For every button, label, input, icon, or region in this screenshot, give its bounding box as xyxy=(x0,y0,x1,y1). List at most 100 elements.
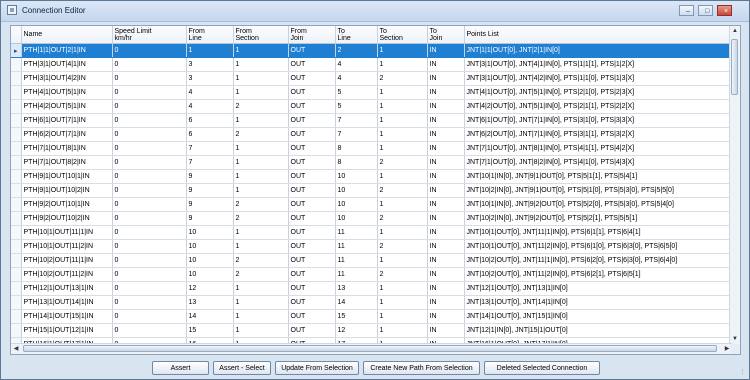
table-cell[interactable]: IN xyxy=(427,183,465,198)
table-cell[interactable]: 1 xyxy=(233,85,289,100)
row-header[interactable] xyxy=(11,141,22,156)
table-row[interactable]: PTH|6|1|OUT|7|1|IN 0 6 1 OUT 7 1 IN JNT|6|1|OUT[… xyxy=(11,113,732,128)
table-cell[interactable]: 0 xyxy=(112,57,187,72)
row-header[interactable] xyxy=(11,99,22,114)
table-cell[interactable]: 3 xyxy=(186,57,234,72)
assert-button[interactable]: Assert xyxy=(152,361,209,375)
table-cell[interactable]: IN xyxy=(427,155,465,170)
row-header[interactable] xyxy=(11,127,22,142)
table-cell[interactable]: 1 xyxy=(377,323,428,338)
table-cell[interactable]: 1 xyxy=(233,309,289,324)
assert-select-button[interactable]: Assert - Select xyxy=(213,361,271,375)
table-row[interactable]: PTH|9|2|OUT|10|2|IN 0 9 2 OUT 10 2 IN JNT|10|2|I… xyxy=(11,211,732,226)
table-cell[interactable]: 10 xyxy=(335,197,378,212)
row-header[interactable] xyxy=(11,295,22,310)
table-cell[interactable]: IN xyxy=(427,43,465,58)
table-cell[interactable]: PTH|3|1|OUT|4|1|IN xyxy=(21,57,113,72)
table-cell[interactable]: 0 xyxy=(112,113,187,128)
table-cell[interactable]: 0 xyxy=(112,155,187,170)
delete-selected-connection-button[interactable]: Deleted Selected Connection xyxy=(484,361,600,375)
table-cell[interactable]: 1 xyxy=(233,295,289,310)
connection-grid[interactable]: Name Speed Limit km/hr From Line From Secti… xyxy=(11,26,732,354)
table-row[interactable]: PTH|7|1|OUT|8|1|IN 0 7 1 OUT 8 1 IN JNT|7|1|OUT[… xyxy=(11,141,732,156)
table-cell[interactable]: 2 xyxy=(233,197,289,212)
table-cell[interactable]: OUT xyxy=(288,169,336,184)
table-cell[interactable]: PTH|9|2|OUT|10|1|IN xyxy=(21,197,113,212)
table-cell[interactable]: PTH|14|1|OUT|15|1|IN xyxy=(21,309,113,324)
table-row[interactable]: PTH|10|1|OUT|11|2|IN 0 10 1 OUT 11 2 IN JNT|10|1… xyxy=(11,239,732,254)
table-cell[interactable]: 9 xyxy=(186,169,234,184)
table-row[interactable]: PTH|4|2|OUT|5|1|IN 0 4 2 OUT 5 1 IN JNT|4|2|OUT[… xyxy=(11,99,732,114)
column-header[interactable]: From Section xyxy=(233,26,289,44)
table-cell[interactable]: JNT|10|2|OUT[0], JNT|11|1|IN[0], PTS|6|2… xyxy=(464,253,732,268)
table-cell[interactable]: 11 xyxy=(335,239,378,254)
table-cell[interactable]: PTH|4|2|OUT|5|1|IN xyxy=(21,99,113,114)
table-cell[interactable]: JNT|10|1|OUT[0], JNT|11|1|IN[0], PTS|6|1… xyxy=(464,225,732,240)
row-header[interactable] xyxy=(11,155,22,170)
table-cell[interactable]: PTH|10|2|OUT|11|1|IN xyxy=(21,253,113,268)
table-cell[interactable]: 2 xyxy=(233,99,289,114)
table-cell[interactable]: OUT xyxy=(288,57,336,72)
table-cell[interactable]: JNT|7|1|OUT[0], JNT|8|2|IN[0], PTS|4|1[0… xyxy=(464,155,732,170)
table-cell[interactable]: 1 xyxy=(186,43,234,58)
table-cell[interactable]: OUT xyxy=(288,267,336,282)
table-cell[interactable]: OUT xyxy=(288,239,336,254)
table-cell[interactable]: IN xyxy=(427,267,465,282)
table-cell[interactable]: JNT|13|1|OUT[0], JNT|14|1|IN[0] xyxy=(464,295,732,310)
table-cell[interactable]: 1 xyxy=(377,169,428,184)
table-cell[interactable]: JNT|10|1|IN[0], JNT|9|2|OUT[0], PTS|5|2[… xyxy=(464,197,732,212)
close-button[interactable]: × xyxy=(717,5,732,16)
table-cell[interactable]: 2 xyxy=(233,253,289,268)
table-cell[interactable]: IN xyxy=(427,85,465,100)
table-cell[interactable]: 14 xyxy=(335,295,378,310)
table-cell[interactable]: OUT xyxy=(288,197,336,212)
table-cell[interactable]: 1 xyxy=(233,57,289,72)
table-cell[interactable]: 2 xyxy=(377,211,428,226)
table-cell[interactable]: 2 xyxy=(377,239,428,254)
table-cell[interactable]: JNT|1|1|OUT[0], JNT|2|1|IN[0] xyxy=(464,43,732,58)
table-cell[interactable]: JNT|10|2|OUT[0], JNT|11|2|IN[0], PTS|6|2… xyxy=(464,267,732,282)
column-header[interactable]: From Join xyxy=(288,26,336,44)
table-cell[interactable]: 11 xyxy=(335,225,378,240)
row-header[interactable] xyxy=(11,253,22,268)
table-cell[interactable]: 9 xyxy=(186,183,234,198)
table-cell[interactable]: JNT|10|1|IN[0], JNT|9|1|OUT[0], PTS|5|1[… xyxy=(464,169,732,184)
table-cell[interactable]: JNT|10|2|IN[0], JNT|9|2|OUT[0], PTS|5|2[… xyxy=(464,211,732,226)
table-row[interactable]: PTH|3|1|OUT|4|1|IN 0 3 1 OUT 4 1 IN JNT|3|1|OUT[… xyxy=(11,57,732,72)
minimize-button[interactable]: – xyxy=(679,5,694,16)
table-row[interactable]: PTH|9|2|OUT|10|1|IN 0 9 2 OUT 10 1 IN JNT|10|1|I… xyxy=(11,197,732,212)
table-cell[interactable]: 1 xyxy=(377,253,428,268)
table-cell[interactable]: 0 xyxy=(112,253,187,268)
table-row[interactable]: PTH|6|2|OUT|7|1|IN 0 6 2 OUT 7 1 IN JNT|6|2|OUT[… xyxy=(11,127,732,142)
table-cell[interactable]: 0 xyxy=(112,99,187,114)
table-cell[interactable]: IN xyxy=(427,197,465,212)
table-cell[interactable]: PTH|3|1|OUT|4|2|IN xyxy=(21,71,113,86)
table-cell[interactable]: JNT|6|1|OUT[0], JNT|7|1|IN[0], PTS|3|1[0… xyxy=(464,113,732,128)
table-cell[interactable]: 10 xyxy=(335,211,378,226)
table-cell[interactable]: 0 xyxy=(112,183,187,198)
table-cell[interactable]: 1 xyxy=(233,43,289,58)
table-cell[interactable]: IN xyxy=(427,225,465,240)
table-cell[interactable]: IN xyxy=(427,323,465,338)
update-from-selection-button[interactable]: Update From Selection xyxy=(275,361,359,375)
table-cell[interactable]: PTH|1|1|OUT|2|1|IN xyxy=(21,43,113,58)
table-cell[interactable]: 6 xyxy=(186,113,234,128)
table-cell[interactable]: 2 xyxy=(377,71,428,86)
selected-row-marker-icon[interactable]: ▸ xyxy=(11,43,22,58)
table-cell[interactable]: 0 xyxy=(112,43,187,58)
table-cell[interactable]: JNT|10|1|OUT[0], JNT|11|2|IN[0], PTS|6|1… xyxy=(464,239,732,254)
table-row[interactable]: PTH|10|1|OUT|11|1|IN 0 10 1 OUT 11 1 IN JNT|10|1… xyxy=(11,225,732,240)
row-header[interactable] xyxy=(11,267,22,282)
table-cell[interactable]: IN xyxy=(427,309,465,324)
table-cell[interactable]: 10 xyxy=(186,225,234,240)
table-cell[interactable]: JNT|10|2|IN[0], JNT|9|1|OUT[0], PTS|5|1[… xyxy=(464,183,732,198)
table-row[interactable]: ▸ PTH|1|1|OUT|2|1|IN 0 1 1 OUT 2 1 IN JNT|1|1|OUT… xyxy=(11,43,732,58)
row-header[interactable] xyxy=(11,309,22,324)
table-cell[interactable]: 8 xyxy=(335,141,378,156)
table-cell[interactable]: 2 xyxy=(233,127,289,142)
table-cell[interactable]: 1 xyxy=(377,57,428,72)
table-cell[interactable]: 1 xyxy=(233,155,289,170)
table-cell[interactable]: 4 xyxy=(335,57,378,72)
table-cell[interactable]: 7 xyxy=(186,155,234,170)
column-header[interactable]: To Section xyxy=(377,26,428,44)
